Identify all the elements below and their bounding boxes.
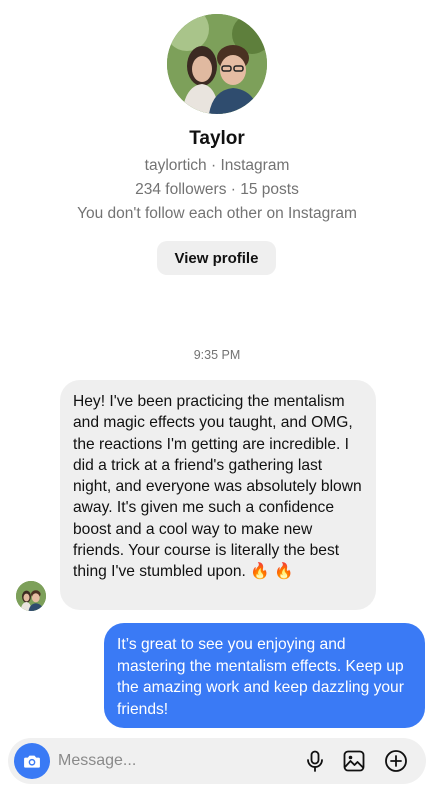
avatar[interactable] <box>167 14 267 114</box>
sender-photo <box>16 581 46 611</box>
gallery-button[interactable] <box>342 749 366 773</box>
profile-stats: 234 followers · 15 posts <box>135 181 299 198</box>
view-profile-button[interactable]: View profile <box>157 241 276 275</box>
profile-photo <box>167 14 267 114</box>
microphone-button[interactable] <box>303 749 327 773</box>
profile-handle: taylortich · Instagram <box>144 157 290 174</box>
incoming-message[interactable]: Hey! I've been practicing the mentalism … <box>60 380 376 610</box>
gallery-icon <box>343 750 365 772</box>
plus-button[interactable] <box>384 749 408 773</box>
sender-avatar[interactable] <box>16 581 46 611</box>
profile-name: Taylor <box>189 128 245 149</box>
camera-button[interactable] <box>14 743 50 779</box>
message-composer <box>8 738 426 784</box>
camera-icon <box>24 755 40 768</box>
message-input[interactable] <box>58 738 288 784</box>
outgoing-message[interactable]: It’s great to see you enjoying and maste… <box>104 623 425 728</box>
message-timestamp: 9:35 PM <box>193 348 241 362</box>
plus-icon <box>385 750 407 772</box>
follow-status: You don't follow each other on Instagram <box>77 205 357 222</box>
microphone-icon <box>307 750 323 772</box>
